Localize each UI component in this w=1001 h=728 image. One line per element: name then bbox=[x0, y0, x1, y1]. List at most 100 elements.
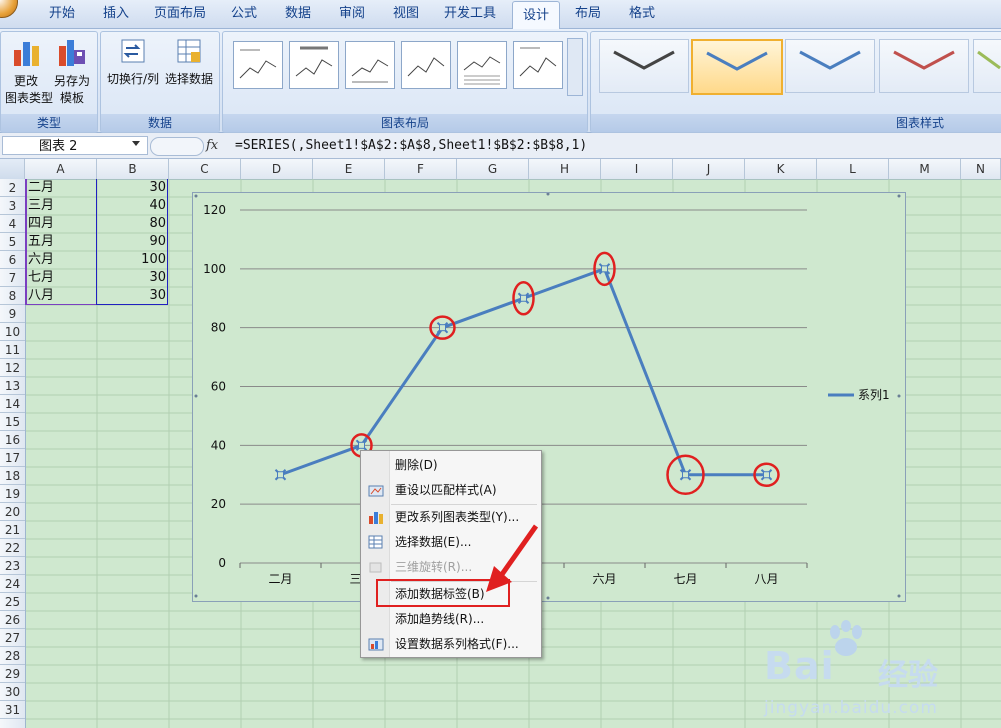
column-header[interactable]: J bbox=[673, 159, 745, 179]
save-as-template-button[interactable]: 另存为 模板 bbox=[51, 36, 93, 107]
resize-handle[interactable] bbox=[897, 594, 901, 598]
column-header[interactable]: G bbox=[457, 159, 529, 179]
select-data-button[interactable]: 选择数据 bbox=[163, 36, 215, 88]
column-header[interactable]: A bbox=[25, 159, 97, 179]
row-header[interactable]: 25 bbox=[0, 593, 25, 611]
chart-style-2-selected[interactable] bbox=[691, 39, 783, 95]
tab-layout[interactable]: 布局 bbox=[566, 0, 610, 28]
row-header[interactable]: 18 bbox=[0, 467, 25, 485]
row-header[interactable]: 8 bbox=[0, 287, 25, 305]
row-header[interactable]: 23 bbox=[0, 557, 25, 575]
row-header[interactable]: 27 bbox=[0, 629, 25, 647]
tab-format[interactable]: 格式 bbox=[620, 0, 664, 28]
column-header[interactable]: I bbox=[601, 159, 673, 179]
row-header[interactable]: 11 bbox=[0, 341, 25, 359]
row-header[interactable]: 9 bbox=[0, 305, 25, 323]
chart-layout-5[interactable] bbox=[457, 41, 507, 89]
chart-layout-2[interactable] bbox=[289, 41, 339, 89]
formula-bar-splitter[interactable] bbox=[150, 137, 204, 156]
category-range-highlight bbox=[25, 179, 97, 305]
row-header[interactable]: 22 bbox=[0, 539, 25, 557]
column-header[interactable]: C bbox=[169, 159, 241, 179]
resize-handle[interactable] bbox=[546, 192, 550, 196]
tab-data[interactable]: 数据 bbox=[276, 0, 320, 28]
row-header[interactable]: 10 bbox=[0, 323, 25, 341]
office-button[interactable] bbox=[0, 0, 18, 18]
chart-layout-6[interactable] bbox=[513, 41, 563, 89]
resize-handle[interactable] bbox=[194, 394, 198, 398]
tab-home[interactable]: 开始 bbox=[40, 0, 84, 28]
resize-handle[interactable] bbox=[897, 394, 901, 398]
save-as-template-label: 另存为 模板 bbox=[53, 74, 90, 105]
column-header[interactable]: D bbox=[241, 159, 313, 179]
name-box[interactable]: 图表 2 bbox=[2, 136, 148, 155]
chart-style-3[interactable] bbox=[785, 39, 875, 93]
tab-formulas[interactable]: 公式 bbox=[222, 0, 266, 28]
row-header[interactable]: 20 bbox=[0, 503, 25, 521]
row-header[interactable]: 24 bbox=[0, 575, 25, 593]
row-header[interactable]: 13 bbox=[0, 377, 25, 395]
row-header[interactable]: 12 bbox=[0, 359, 25, 377]
series-point[interactable] bbox=[517, 292, 530, 304]
select-all-corner[interactable] bbox=[0, 159, 25, 179]
row-header[interactable]: 21 bbox=[0, 521, 25, 539]
row-header[interactable]: 7 bbox=[0, 269, 25, 287]
series-point[interactable] bbox=[760, 469, 773, 481]
series-point[interactable] bbox=[679, 469, 692, 481]
formula-input[interactable]: =SERIES(,Sheet1!$A$2:$A$8,Sheet1!$B$2:$B… bbox=[235, 136, 995, 155]
menu-item-format-series[interactable]: 设置数据系列格式(F)... bbox=[361, 632, 539, 657]
name-box-dropdown-icon[interactable] bbox=[132, 141, 140, 146]
switch-row-column-button[interactable]: 切换行/列 bbox=[105, 36, 161, 88]
insert-function-icon[interactable]: fx bbox=[206, 136, 228, 155]
column-header[interactable]: H bbox=[529, 159, 601, 179]
column-header[interactable]: M bbox=[889, 159, 961, 179]
column-header[interactable]: N bbox=[961, 159, 1001, 179]
column-header[interactable]: B bbox=[97, 159, 169, 179]
menu-item-add-trendline[interactable]: 添加趋势线(R)... bbox=[361, 607, 539, 632]
tab-view[interactable]: 视图 bbox=[384, 0, 428, 28]
tab-design[interactable]: 设计 bbox=[512, 1, 560, 30]
row-header[interactable]: 4 bbox=[0, 215, 25, 233]
row-header[interactable]: 17 bbox=[0, 449, 25, 467]
series-point[interactable] bbox=[355, 439, 368, 452]
chart-style-4[interactable] bbox=[879, 39, 969, 93]
series-point[interactable] bbox=[274, 469, 287, 481]
resize-handle[interactable] bbox=[897, 194, 901, 198]
row-header[interactable]: 19 bbox=[0, 485, 25, 503]
chart-layout-1[interactable] bbox=[233, 41, 283, 89]
tab-page-layout[interactable]: 页面布局 bbox=[148, 0, 212, 28]
row-header[interactable]: 28 bbox=[0, 647, 25, 665]
row-header[interactable]: 14 bbox=[0, 395, 25, 413]
row-header[interactable]: 26 bbox=[0, 611, 25, 629]
group-type-label: 类型 bbox=[1, 114, 97, 132]
tab-review[interactable]: 审阅 bbox=[330, 0, 374, 28]
row-header[interactable]: 2 bbox=[0, 179, 25, 197]
row-header[interactable]: 16 bbox=[0, 431, 25, 449]
column-header[interactable]: K bbox=[745, 159, 817, 179]
row-header[interactable]: 6 bbox=[0, 251, 25, 269]
series-point[interactable] bbox=[436, 321, 449, 334]
menu-item-reset-style[interactable]: 重设以匹配样式(A) bbox=[361, 478, 539, 503]
chart-layout-4[interactable] bbox=[401, 41, 451, 89]
y-tick-label: 40 bbox=[211, 438, 226, 452]
column-header[interactable]: F bbox=[385, 159, 457, 179]
menu-item-delete[interactable]: 删除(D) bbox=[361, 453, 539, 478]
resize-handle[interactable] bbox=[194, 194, 198, 198]
row-header[interactable]: 3 bbox=[0, 197, 25, 215]
layouts-scrollbar[interactable] bbox=[567, 38, 583, 96]
chart-style-1[interactable] bbox=[599, 39, 689, 93]
resize-handle[interactable] bbox=[194, 594, 198, 598]
row-header[interactable]: 15 bbox=[0, 413, 25, 431]
chart-layout-3[interactable] bbox=[345, 41, 395, 89]
chart-style-5[interactable] bbox=[973, 39, 1001, 93]
tab-developer[interactable]: 开发工具 bbox=[438, 0, 502, 28]
row-header[interactable]: 5 bbox=[0, 233, 25, 251]
column-header[interactable]: E bbox=[313, 159, 385, 179]
tab-insert[interactable]: 插入 bbox=[94, 0, 138, 28]
row-header[interactable]: 29 bbox=[0, 665, 25, 683]
row-header[interactable]: 30 bbox=[0, 683, 25, 701]
column-header[interactable]: L bbox=[817, 159, 889, 179]
row-header[interactable]: 31 bbox=[0, 701, 25, 719]
y-tick-label: 0 bbox=[218, 556, 226, 570]
change-chart-type-button[interactable]: 更改 图表类型 bbox=[5, 36, 53, 107]
